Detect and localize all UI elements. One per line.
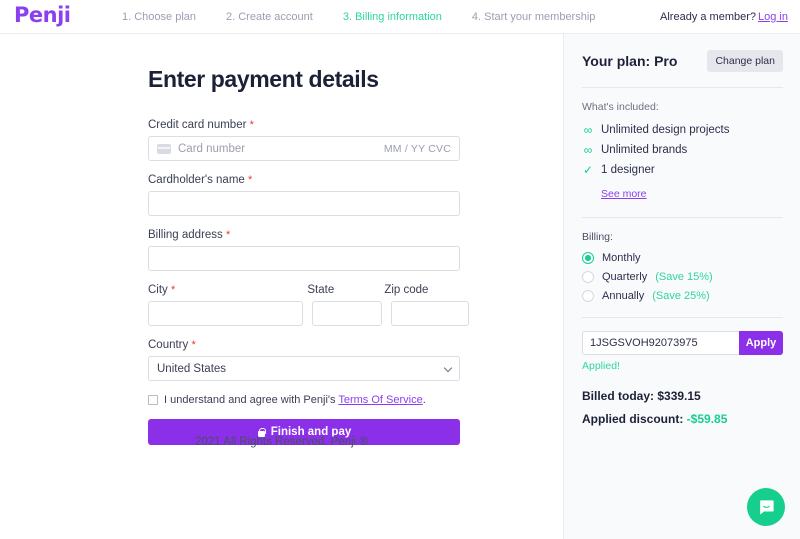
- chat-launcher-button[interactable]: [747, 488, 785, 526]
- billed-today-row: Billed today: $339.15: [582, 389, 783, 403]
- required-asterisk: *: [249, 119, 254, 131]
- radio-quarterly[interactable]: [582, 271, 594, 283]
- step-choose-plan[interactable]: 1. Choose plan: [122, 11, 196, 23]
- promo-applied-status: Applied!: [582, 360, 620, 372]
- country-group: Country * United States: [148, 339, 460, 381]
- terms-text: I understand and agree with Penji's Term…: [164, 394, 426, 406]
- card-number-label-text: Credit card number: [148, 119, 247, 131]
- terms-checkbox[interactable]: [148, 395, 158, 405]
- sidebar-divider: [582, 317, 783, 318]
- billing-option-annually[interactable]: Annually (Save 25%): [582, 290, 783, 302]
- radio-annually[interactable]: [582, 290, 594, 302]
- step-start-membership[interactable]: 4. Start your membership: [472, 11, 596, 23]
- penji-logo[interactable]: Penji: [14, 3, 71, 27]
- promo-code-input[interactable]: [582, 331, 739, 355]
- terms-of-service-link[interactable]: Terms Of Service: [338, 394, 422, 406]
- applied-discount-label: Applied discount:: [582, 412, 687, 426]
- billing-option-save: (Save 25%): [652, 290, 710, 302]
- change-plan-button[interactable]: Change plan: [707, 50, 783, 72]
- terms-text-after: .: [422, 394, 426, 406]
- feature-item: ∞ Unlimited design projects: [582, 124, 783, 136]
- member-prompt-text: Already a member?: [660, 11, 757, 23]
- whats-included-label: What's included:: [582, 101, 659, 113]
- infinity-icon: ∞: [583, 143, 593, 157]
- billing-option-quarterly[interactable]: Quarterly (Save 15%): [582, 271, 783, 283]
- feature-item: ∞ Unlimited brands: [582, 144, 783, 156]
- cardholder-name-group: Cardholder's name *: [148, 174, 460, 216]
- city-input[interactable]: [148, 301, 303, 326]
- payment-form: Enter payment details Credit card number…: [148, 66, 469, 445]
- billed-today-label: Billed today:: [582, 389, 658, 403]
- zip-input[interactable]: [391, 301, 469, 326]
- billing-option-save: (Save 15%): [655, 271, 713, 283]
- top-navigation-bar: Penji 1. Choose plan 2. Create account 3…: [0, 0, 800, 33]
- card-number-input[interactable]: Card number MM / YY CVC: [148, 136, 460, 161]
- city-state-zip-inputs: [148, 301, 469, 326]
- apply-promo-button[interactable]: Apply: [739, 331, 783, 355]
- billing-option-label: Quarterly: [602, 271, 648, 283]
- footer-copyright: 2021 All Rights Reserved. Penji ®: [195, 436, 368, 448]
- see-more-link[interactable]: See more: [601, 188, 647, 200]
- state-label: State: [307, 284, 335, 296]
- checkout-page: Penji 1. Choose plan 2. Create account 3…: [0, 0, 800, 539]
- card-expiry-cvc-placeholder: MM / YY CVC: [383, 142, 451, 155]
- billing-option-label: Monthly: [602, 252, 641, 264]
- feature-item: ✓ 1 designer: [582, 164, 783, 176]
- state-input[interactable]: [312, 301, 382, 326]
- billed-today-value: $339.15: [657, 389, 701, 403]
- payment-form-panel: Enter payment details Credit card number…: [0, 34, 563, 539]
- applied-discount-value: -$59.85: [686, 412, 728, 426]
- city-label-text: City: [148, 284, 168, 296]
- applied-discount-row: Applied discount: -$59.85: [582, 412, 783, 426]
- cardholder-name-label: Cardholder's name *: [148, 174, 460, 186]
- page-title: Enter payment details: [148, 66, 379, 92]
- feature-label: 1 designer: [601, 164, 655, 176]
- plan-title: Your plan: Pro: [582, 53, 678, 69]
- checkout-steps: 1. Choose plan 2. Create account 3. Bill…: [122, 11, 595, 23]
- billing-option-label: Annually: [602, 290, 645, 302]
- sidebar-divider: [582, 87, 783, 88]
- country-label-text: Country: [148, 339, 189, 351]
- member-prompt: Already a member? Log in: [660, 11, 788, 23]
- country-select-wrapper: United States: [148, 356, 460, 381]
- chat-bubble-icon: [759, 499, 774, 515]
- sidebar-divider: [582, 217, 783, 218]
- zip-label: Zip code: [384, 284, 429, 296]
- country-label: Country *: [148, 339, 460, 351]
- step-create-account[interactable]: 2. Create account: [226, 11, 313, 23]
- login-link[interactable]: Log in: [758, 11, 788, 23]
- infinity-icon: ∞: [583, 123, 593, 137]
- required-asterisk: *: [226, 229, 231, 241]
- card-number-group: Credit card number * Card number MM / YY…: [148, 119, 460, 161]
- card-number-label: Credit card number *: [148, 119, 460, 131]
- card-number-placeholder: Card number: [178, 142, 246, 155]
- billing-address-label: Billing address *: [148, 229, 460, 241]
- plan-summary-content: Your plan: Pro Change plan What's includ…: [582, 50, 783, 426]
- required-asterisk: *: [171, 284, 176, 296]
- plan-header: Your plan: Pro Change plan: [582, 50, 783, 72]
- billing-frequency-label: Billing:: [582, 231, 613, 243]
- radio-monthly[interactable]: [582, 252, 594, 264]
- billing-address-label-text: Billing address: [148, 229, 223, 241]
- city-label: City *: [148, 284, 298, 296]
- city-state-zip-labels: City * State Zip code: [148, 284, 460, 301]
- promo-code-row: Apply: [582, 331, 783, 355]
- cardholder-name-label-text: Cardholder's name: [148, 174, 245, 186]
- required-asterisk: *: [191, 339, 196, 351]
- feature-label: Unlimited brands: [601, 144, 688, 156]
- step-billing-information[interactable]: 3. Billing information: [343, 11, 442, 23]
- country-select[interactable]: United States: [148, 356, 460, 381]
- cardholder-name-input[interactable]: [148, 191, 460, 216]
- credit-card-icon: [157, 143, 171, 154]
- terms-text-before: I understand and agree with Penji's: [164, 394, 339, 406]
- billing-option-monthly[interactable]: Monthly: [582, 252, 783, 264]
- terms-row[interactable]: I understand and agree with Penji's Term…: [148, 394, 460, 406]
- billing-address-input[interactable]: [148, 246, 460, 271]
- check-icon: ✓: [582, 163, 594, 177]
- city-state-zip-row: City * State Zip code: [148, 284, 469, 326]
- plan-summary-sidebar: Your plan: Pro Change plan What's includ…: [563, 34, 800, 539]
- billing-address-group: Billing address *: [148, 229, 460, 271]
- required-asterisk: *: [248, 174, 253, 186]
- feature-label: Unlimited design projects: [601, 124, 730, 136]
